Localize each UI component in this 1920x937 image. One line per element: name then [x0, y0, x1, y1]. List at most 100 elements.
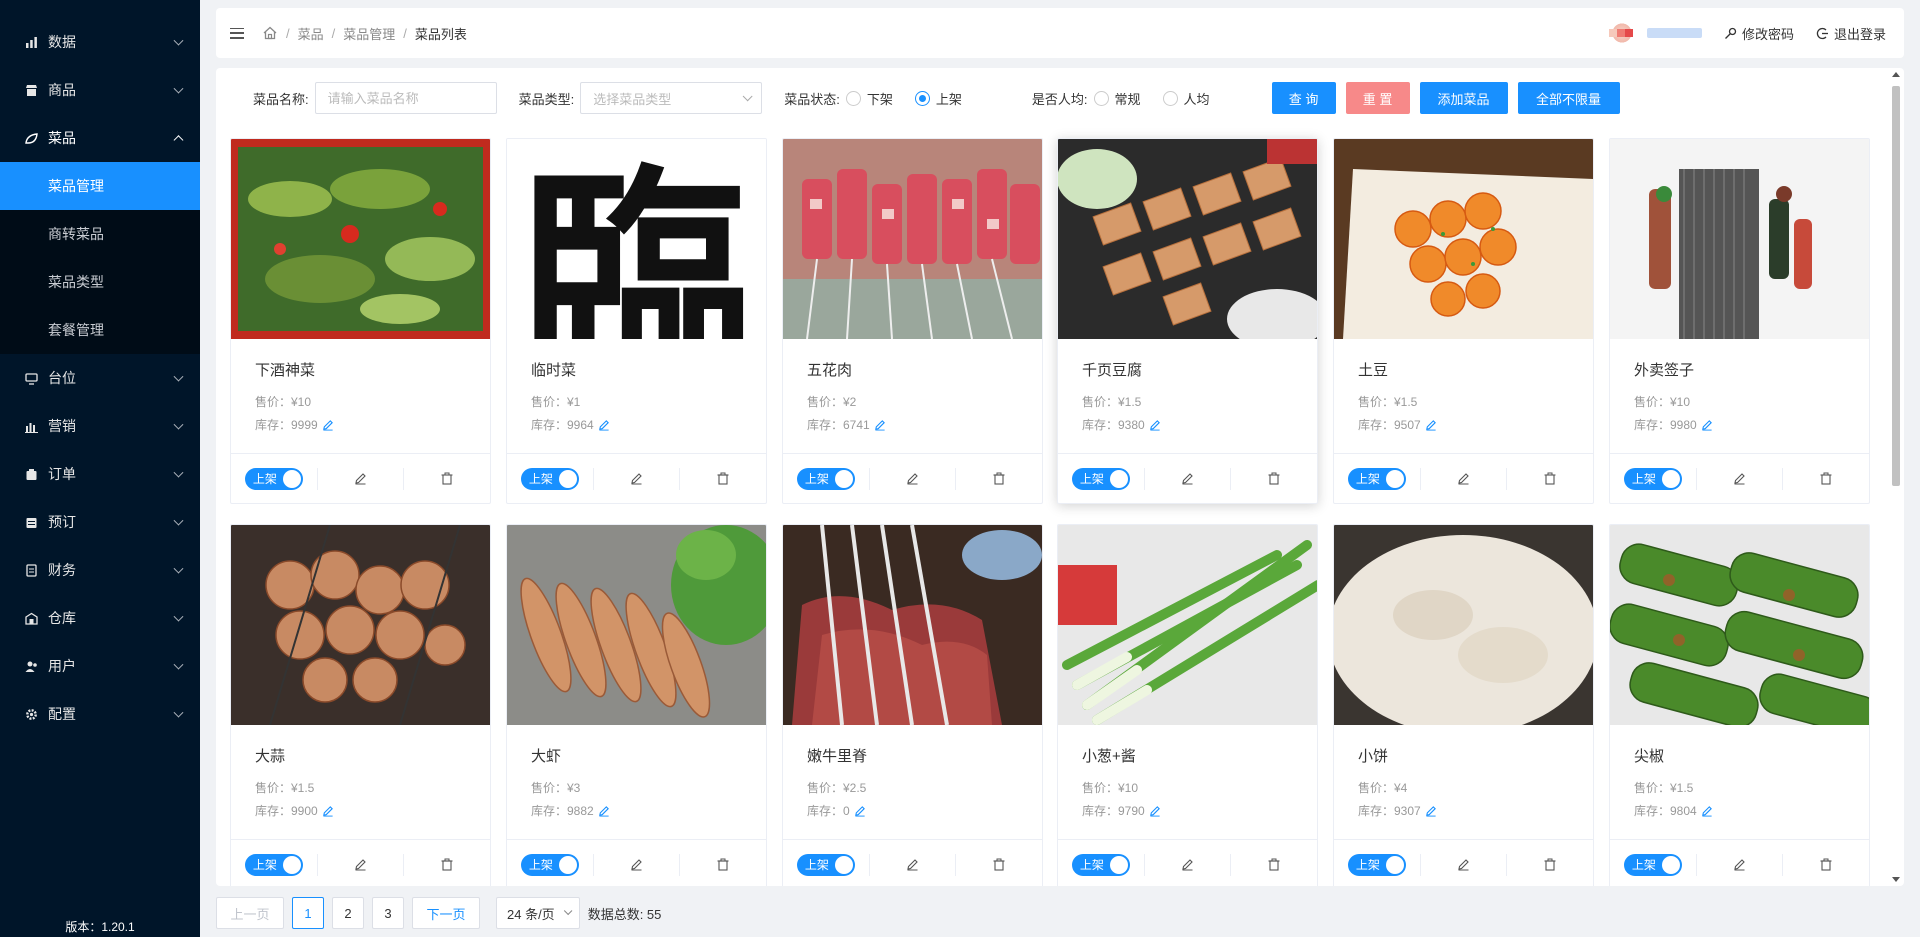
status-toggle[interactable]: 上架 [796, 853, 855, 876]
menu-toggle-icon[interactable] [230, 27, 244, 39]
menu-item-warehouse[interactable]: 仓库 [0, 594, 200, 642]
edit-stock-icon[interactable] [1701, 419, 1713, 431]
status-on-radio[interactable]: 上架 [914, 89, 962, 108]
edit-stock-icon[interactable] [854, 805, 866, 817]
delete-icon[interactable] [1506, 853, 1593, 876]
menu-item-reservations[interactable]: 预订 [0, 498, 200, 546]
sidebar-item-dish-types[interactable]: 菜品类型 [0, 258, 200, 306]
home-icon[interactable] [262, 25, 278, 41]
edit-icon[interactable] [1695, 853, 1783, 876]
edit-icon[interactable] [1419, 467, 1507, 490]
add-dish-button[interactable]: 添加菜品 [1419, 82, 1508, 114]
status-toggle[interactable]: 上架 [520, 853, 579, 876]
delete-icon[interactable] [1506, 467, 1593, 490]
page-1-button[interactable]: 1 [292, 897, 324, 929]
status-toggle[interactable]: 上架 [1347, 467, 1406, 490]
sidebar-item-set-meals[interactable]: 套餐管理 [0, 306, 200, 354]
edit-stock-icon[interactable] [322, 805, 334, 817]
edit-stock-icon[interactable] [874, 419, 886, 431]
scroll-down-icon[interactable] [1892, 877, 1900, 882]
edit-stock-icon[interactable] [1425, 805, 1437, 817]
dish-card[interactable]: 大蒜 售价：¥1.5 库存：9900 上架 [230, 524, 491, 886]
status-toggle[interactable]: 上架 [1071, 853, 1130, 876]
query-button[interactable]: 查 询 [1271, 82, 1336, 114]
edit-stock-icon[interactable] [1149, 419, 1161, 431]
edit-icon[interactable] [1419, 853, 1507, 876]
status-toggle[interactable]: 上架 [796, 467, 855, 490]
edit-icon[interactable] [316, 853, 404, 876]
dish-card[interactable]: 五花肉 售价：¥2 库存：6741 上架 [782, 138, 1043, 504]
delete-icon[interactable] [1230, 853, 1317, 876]
scroll-up-icon[interactable] [1892, 72, 1900, 77]
per-person-normal-radio[interactable]: 常规 [1093, 89, 1141, 108]
menu-item-finance[interactable]: 财务 [0, 546, 200, 594]
edit-stock-icon[interactable] [1701, 805, 1713, 817]
menu-item-marketing[interactable]: 营销 [0, 402, 200, 450]
edit-icon[interactable] [868, 467, 956, 490]
edit-icon[interactable] [1143, 853, 1231, 876]
edit-icon[interactable] [868, 853, 956, 876]
dish-card[interactable]: 尖椒 售价：¥1.5 库存：9804 上架 [1609, 524, 1870, 886]
delete-icon[interactable] [955, 467, 1042, 490]
delete-icon[interactable] [1782, 467, 1869, 490]
change-password-link[interactable]: 修改密码 [1724, 24, 1794, 43]
edit-icon[interactable] [1695, 467, 1783, 490]
dish-card[interactable]: 小葱+酱 售价：¥10 库存：9790 上架 [1057, 524, 1318, 886]
edit-stock-icon[interactable] [598, 805, 610, 817]
sidebar-item-converted-dishes[interactable]: 商转菜品 [0, 210, 200, 258]
status-toggle[interactable]: 上架 [244, 853, 303, 876]
edit-icon[interactable] [592, 467, 680, 490]
edit-stock-icon[interactable] [1149, 805, 1161, 817]
menu-item-orders[interactable]: 订单 [0, 450, 200, 498]
edit-stock-icon[interactable] [598, 419, 610, 431]
menu-item-tables[interactable]: 台位 [0, 354, 200, 402]
reset-button[interactable]: 重 置 [1345, 82, 1410, 114]
breadcrumb-item[interactable]: 菜品 [298, 24, 324, 43]
dish-card[interactable]: 千页豆腐 售价：¥1.5 库存：9380 上架 [1057, 138, 1318, 504]
scrollbar[interactable] [1890, 72, 1902, 882]
menu-item-config[interactable]: 配置 [0, 690, 200, 738]
page-2-button[interactable]: 2 [332, 897, 364, 929]
edit-icon[interactable] [1143, 467, 1231, 490]
per-person-avg-radio[interactable]: 人均 [1162, 89, 1210, 108]
delete-icon[interactable] [1782, 853, 1869, 876]
menu-item-data[interactable]: 数据 [0, 18, 200, 66]
status-off-radio[interactable]: 下架 [845, 89, 893, 108]
edit-icon[interactable] [592, 853, 680, 876]
status-toggle[interactable]: 上架 [244, 467, 303, 490]
logout-link[interactable]: 退出登录 [1816, 24, 1886, 43]
delete-icon[interactable] [955, 853, 1042, 876]
next-page-button[interactable]: 下一页 [412, 897, 480, 929]
menu-item-dishes[interactable]: 菜品 [0, 114, 200, 162]
status-toggle[interactable]: 上架 [1623, 467, 1682, 490]
delete-icon[interactable] [679, 467, 766, 490]
dish-card[interactable]: 大虾 售价：¥3 库存：9882 上架 [506, 524, 767, 886]
dish-card[interactable]: 土豆 售价：¥1.5 库存：9507 上架 [1333, 138, 1594, 504]
delete-icon[interactable] [679, 853, 766, 876]
menu-item-goods[interactable]: 商品 [0, 66, 200, 114]
status-toggle[interactable]: 上架 [1623, 853, 1682, 876]
dish-name-input[interactable] [314, 82, 497, 114]
dish-card[interactable]: 下酒神菜 售价：¥10 库存：9999 上架 [230, 138, 491, 504]
sidebar-item-dish-management[interactable]: 菜品管理 [0, 162, 200, 210]
dish-card[interactable]: 臨临时菜 售价：¥1 库存：9964 上架 [506, 138, 767, 504]
delete-icon[interactable] [403, 467, 490, 490]
delete-icon[interactable] [403, 853, 490, 876]
edit-stock-icon[interactable] [322, 419, 334, 431]
delete-icon[interactable] [1230, 467, 1317, 490]
status-toggle[interactable]: 上架 [520, 467, 579, 490]
status-toggle[interactable]: 上架 [1071, 467, 1130, 490]
menu-item-users[interactable]: 用户 [0, 642, 200, 690]
status-toggle[interactable]: 上架 [1347, 853, 1406, 876]
edit-stock-icon[interactable] [1425, 419, 1437, 431]
dish-card[interactable]: 小饼 售价：¥4 库存：9307 上架 [1333, 524, 1594, 886]
breadcrumb-item[interactable]: 菜品管理 [343, 24, 395, 43]
scroll-thumb[interactable] [1892, 86, 1900, 486]
dish-type-select[interactable]: 选择菜品类型 [580, 82, 763, 114]
edit-icon[interactable] [316, 467, 404, 490]
dish-card[interactable]: 外卖签子 售价：¥10 库存：9980 上架 [1609, 138, 1870, 504]
dish-card[interactable]: 嫩牛里脊 售价：¥2.5 库存：0 上架 [782, 524, 1043, 886]
page-size-select[interactable]: 24 条/页 [496, 897, 580, 929]
unlimit-all-button[interactable]: 全部不限量 [1517, 82, 1620, 114]
prev-page-button[interactable]: 上一页 [216, 897, 284, 929]
